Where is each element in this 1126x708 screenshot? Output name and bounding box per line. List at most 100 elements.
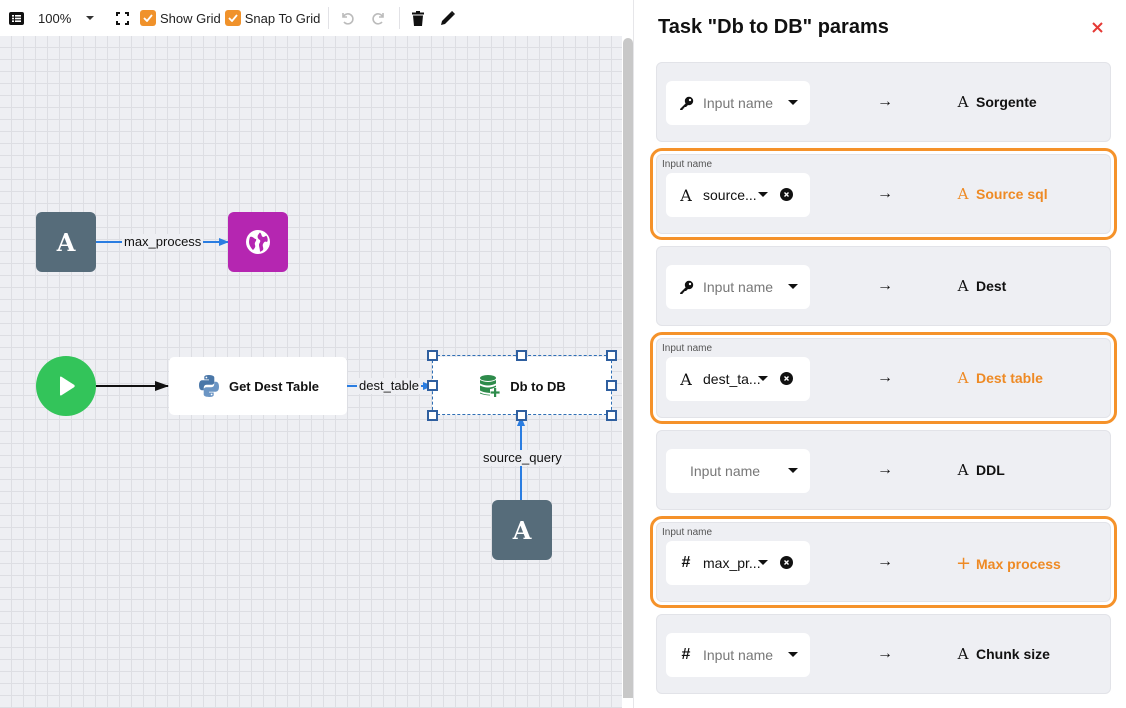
edit-button[interactable]	[440, 10, 456, 26]
string-type-icon: A	[957, 369, 969, 387]
caret-down-icon	[86, 15, 94, 20]
input-name-value: source...	[703, 187, 757, 203]
key-icon	[678, 278, 694, 296]
plus-icon: +	[956, 553, 972, 574]
resize-handle-sw[interactable]	[427, 410, 438, 421]
param-row: Input name → A Dest	[656, 246, 1111, 326]
checkbox-checked-icon	[140, 10, 156, 26]
list-icon	[8, 11, 24, 25]
input-name-value: max_pr...	[703, 555, 761, 571]
caret-down-icon	[758, 192, 768, 197]
arrow-right-icon: →	[877, 461, 893, 478]
snap-to-grid-checkbox[interactable]: Snap To Grid	[224, 10, 321, 26]
task-node-get-dest-table[interactable]: Get Dest Table	[169, 357, 347, 415]
param-target: + Max process	[956, 553, 1061, 574]
string-type-icon: A	[56, 227, 76, 257]
param-target-label: Dest	[976, 278, 1007, 294]
fullscreen-icon	[115, 11, 129, 25]
string-icon: A	[680, 369, 692, 389]
redo-icon	[372, 13, 385, 25]
redo-button[interactable]	[371, 10, 387, 26]
string-type-icon: A	[957, 93, 969, 111]
input-name-placeholder: Input name	[703, 95, 774, 111]
string-type-icon: A	[957, 645, 969, 663]
caret-down-icon	[788, 100, 798, 105]
input-name-placeholder: Input name	[690, 463, 761, 479]
param-row: # Input name → A Chunk size	[656, 614, 1111, 694]
param-row: Input name → A DDL	[656, 430, 1111, 510]
number-icon: #	[681, 554, 691, 571]
resize-handle-w[interactable]	[427, 380, 438, 391]
zoom-dropdown-button[interactable]	[84, 15, 96, 21]
param-row: Input name # max_pr... → + Max process	[650, 516, 1117, 608]
workflow-canvas[interactable]: max_process dest_table source_query A Ge…	[0, 36, 622, 708]
python-icon	[198, 375, 219, 397]
input-name-placeholder: Input name	[703, 279, 774, 295]
number-icon: #	[681, 646, 691, 663]
close-icon	[1091, 21, 1103, 33]
param-target: A Chunk size	[956, 645, 1050, 663]
input-name-select[interactable]: Input name	[666, 449, 810, 493]
input-name-select[interactable]: # max_pr...	[666, 541, 810, 585]
param-caption: Input name	[662, 343, 713, 354]
input-name-select[interactable]: Input name	[666, 265, 810, 309]
string-type-icon: A	[957, 461, 969, 479]
string-input-node[interactable]: A	[492, 500, 552, 560]
delete-button[interactable]	[410, 10, 426, 26]
param-row: Input name → A Sorgente	[656, 62, 1111, 142]
string-input-node[interactable]: A	[36, 212, 96, 272]
input-name-select[interactable]: Asource...	[666, 173, 810, 217]
string-type-icon: A	[957, 277, 969, 295]
panel-title: Task "Db to DB" params	[658, 16, 889, 38]
param-target: A Sorgente	[956, 93, 1037, 111]
selection-outline	[432, 355, 612, 415]
scrollbar-thumb[interactable]	[623, 38, 633, 698]
resize-handle-e[interactable]	[606, 380, 617, 391]
resize-handle-s[interactable]	[516, 410, 527, 421]
param-target-label: Max process	[976, 555, 1061, 572]
param-target: A Dest	[956, 277, 1007, 295]
param-caption: Input name	[662, 527, 713, 538]
arrow-right-icon: →	[877, 277, 893, 294]
edge-label-max-process: max_process	[122, 234, 204, 250]
input-name-value: dest_ta...	[703, 371, 761, 387]
resize-handle-n[interactable]	[516, 350, 527, 361]
start-node[interactable]	[36, 356, 96, 416]
param-row: Input name Adest_ta... → A Dest table	[650, 332, 1117, 424]
clear-icon[interactable]	[780, 556, 793, 569]
toolbar-divider	[399, 7, 401, 29]
param-target-label: Chunk size	[976, 646, 1050, 662]
globe-icon	[246, 230, 270, 254]
resize-handle-nw[interactable]	[427, 350, 438, 361]
param-target: A DDL	[956, 461, 1005, 479]
param-target: A Source sql	[956, 185, 1048, 203]
clear-icon[interactable]	[780, 372, 793, 385]
undo-button[interactable]	[339, 10, 355, 26]
pencil-icon	[441, 11, 456, 25]
web-task-node[interactable]	[228, 212, 288, 272]
param-row: Input name Asource... → A Source sql	[650, 148, 1117, 240]
clear-icon[interactable]	[780, 188, 793, 201]
trash-icon	[412, 10, 425, 26]
input-name-select[interactable]: Input name	[666, 81, 810, 125]
resize-handle-se[interactable]	[606, 410, 617, 421]
snap-to-grid-label: Snap To Grid	[244, 10, 321, 26]
input-name-select[interactable]: Adest_ta...	[666, 357, 810, 401]
close-button[interactable]	[1086, 16, 1108, 38]
string-type-icon: A	[512, 515, 532, 545]
param-target-label: Sorgente	[976, 94, 1037, 110]
fit-view-button[interactable]	[114, 10, 130, 26]
editor-toolbar: 100% Show Grid Snap To Grid	[0, 0, 634, 36]
task-label: Get Dest Table	[228, 378, 320, 394]
input-name-placeholder: Input name	[703, 647, 774, 663]
resize-handle-ne[interactable]	[606, 350, 617, 361]
caret-down-icon	[758, 560, 768, 565]
show-grid-checkbox[interactable]: Show Grid	[140, 10, 221, 26]
input-name-select[interactable]: # Input name	[666, 633, 810, 677]
arrow-right-icon: →	[877, 369, 893, 386]
menu-button[interactable]	[8, 10, 24, 26]
task-params-panel: Task "Db to DB" params Input name → A Sorge…	[634, 0, 1126, 708]
arrow-right-icon: →	[877, 185, 893, 202]
zoom-level[interactable]: 100%	[38, 11, 78, 26]
show-grid-label: Show Grid	[160, 10, 221, 26]
